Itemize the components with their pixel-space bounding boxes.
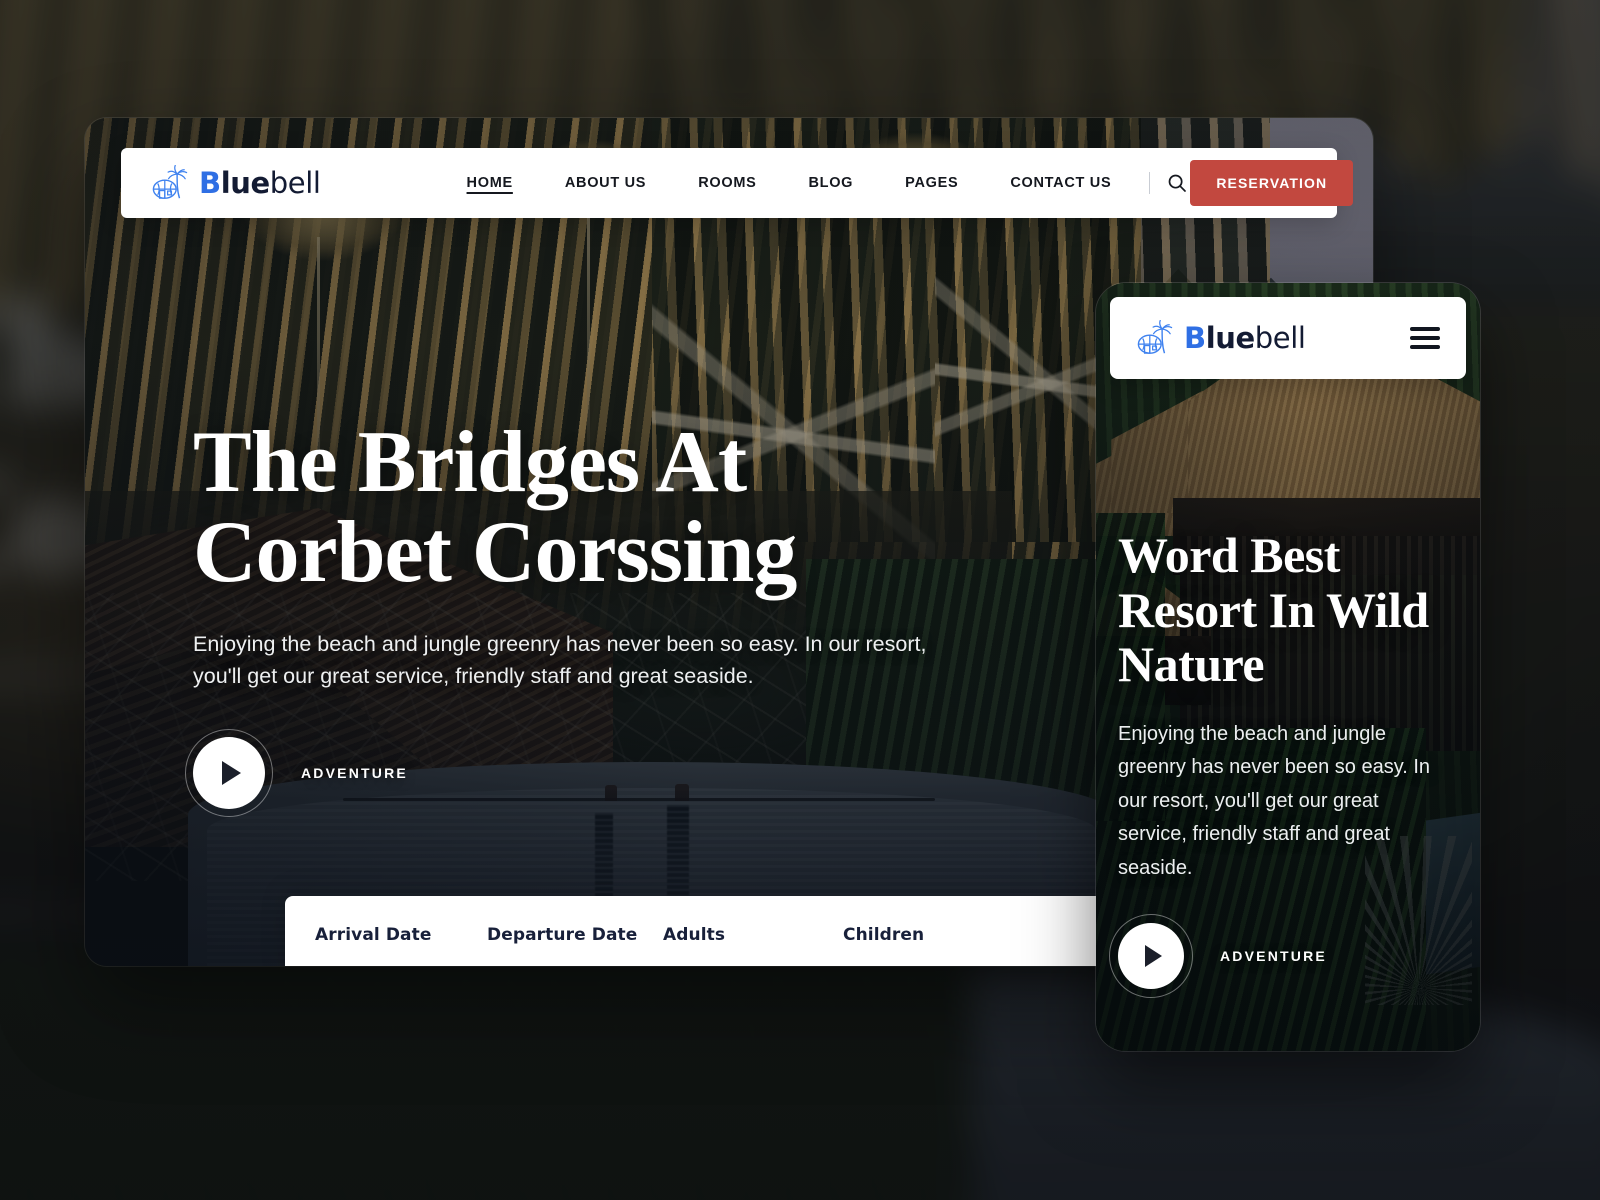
booking-field-children[interactable]: Children — [813, 896, 1013, 966]
desktop-logo[interactable]: Bluebell — [151, 165, 321, 201]
nav-link-rooms[interactable]: ROOMS — [672, 175, 782, 191]
play-icon — [222, 760, 241, 785]
desktop-hero-title: The Bridges At Corbet Corssing — [193, 418, 1013, 598]
mobile-logo[interactable]: Bluebell — [1136, 320, 1306, 356]
booking-label-departure-date: Departure Date — [487, 925, 638, 945]
mobile-hero-title: Word Best Resort In Wild Nature — [1118, 527, 1429, 692]
hamburger-line — [1410, 336, 1440, 340]
booking-label-adults: Adults — [663, 925, 726, 945]
desktop-logo-text: Bluebell — [199, 166, 321, 200]
mobile-hero-subtitle: Enjoying the beach and jungle greenry ha… — [1118, 722, 1431, 879]
nav-link-home[interactable]: HOME — [441, 175, 539, 191]
mobile-hero-cta: ADVENTURE — [1109, 914, 1468, 999]
play-icon — [1145, 945, 1162, 968]
reservation-button[interactable]: RESERVATION — [1190, 160, 1354, 206]
logo-letter-b: B — [1184, 321, 1206, 355]
desktop-adventure-label: ADVENTURE — [301, 764, 408, 781]
booking-label-arrival-date: Arrival Date — [315, 925, 432, 945]
nav-divider — [1149, 172, 1151, 194]
logo-lue: lue — [220, 166, 270, 200]
search-icon[interactable] — [1164, 170, 1190, 196]
hamburger-menu-icon[interactable] — [1410, 322, 1440, 354]
mobile-logo-text: Bluebell — [1184, 321, 1306, 355]
hamburger-line — [1410, 327, 1440, 331]
nav-link-contact-us[interactable]: CONTACT US — [984, 175, 1137, 191]
mobile-play-wrap — [1109, 914, 1193, 999]
logo-bell: bell — [1254, 321, 1306, 355]
booking-label-children: Children — [843, 925, 925, 945]
hero-title-line-2: Corbet Corssing — [193, 503, 797, 601]
logo-bell: bell — [269, 166, 321, 200]
beach-hut-palm-icon — [152, 165, 188, 199]
play-button[interactable] — [1118, 923, 1184, 990]
nav-link-blog[interactable]: BLOG — [782, 175, 879, 191]
beach-hut-palm-icon — [1137, 320, 1173, 354]
booking-field-arrival-date[interactable]: Arrival Date — [285, 896, 457, 966]
mobile-navbar: Bluebell — [1110, 297, 1466, 379]
desktop-hero-cta: ADVENTURE — [185, 728, 1013, 817]
mobile-mockup-frame: Bluebell Word Best Resort In Wild Nature… — [1096, 283, 1480, 1051]
booking-field-adults[interactable]: Adults — [633, 896, 813, 966]
desktop-play-wrap — [185, 728, 273, 817]
backdrop-bottom-vegetation — [0, 943, 972, 1200]
nav-link-about-us[interactable]: ABOUT US — [539, 175, 672, 191]
nav-link-pages[interactable]: PAGES — [879, 175, 984, 191]
hero-title-line-1: The Bridges At — [193, 414, 747, 511]
play-button[interactable] — [193, 736, 265, 809]
booking-field-departure-date[interactable]: Departure Date — [457, 896, 638, 966]
mobile-adventure-label: ADVENTURE — [1220, 948, 1327, 965]
logo-letter-b: B — [199, 166, 221, 200]
desktop-hero-content: The Bridges At Corbet Corssing Enjoying … — [185, 418, 1013, 817]
desktop-navbar: Bluebell HOME ABOUT US ROOMS BLOG PAGES … — [121, 148, 1354, 218]
mobile-hero-content: Word Best Resort In Wild Nature Enjoying… — [1109, 527, 1468, 999]
hamburger-line — [1410, 345, 1440, 349]
desktop-nav-menu: HOME ABOUT US ROOMS BLOG PAGES CONTACT U… — [441, 170, 1191, 196]
desktop-hero-subtitle: Enjoying the beach and jungle greenry ha… — [193, 631, 927, 689]
logo-lue: lue — [1205, 321, 1255, 355]
